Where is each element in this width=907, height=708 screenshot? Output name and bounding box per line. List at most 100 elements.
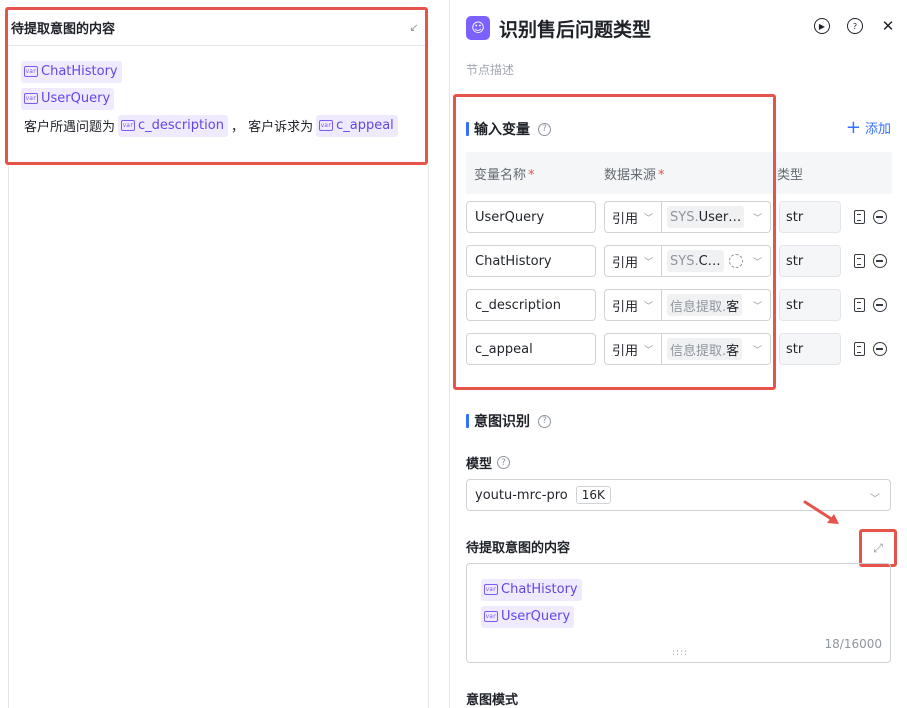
gear-icon[interactable] (729, 254, 743, 268)
reference-type-select[interactable]: 引用 ﹀ (604, 289, 662, 321)
close-icon[interactable]: ✕ (880, 18, 896, 34)
variable-chip-label: c_description (138, 118, 224, 133)
variable-row: ChatHistory 引用 ﹀ SYS. C… ﹀ str (466, 245, 896, 277)
context-length-badge: 16K (575, 486, 611, 504)
help-circle-icon[interactable]: ? (538, 414, 551, 428)
document-icon[interactable] (854, 210, 865, 224)
expand-editor-button[interactable]: ⤢ (859, 529, 897, 567)
variable-chip[interactable]: var UserQuery (21, 87, 115, 110)
chevron-down-icon: ﹀ (644, 213, 654, 224)
variable-name-input[interactable]: c_description (466, 289, 596, 321)
editor-line: 客户所遇问题为 var c_description， 客户诉求为 var c_appea… (21, 112, 425, 139)
variable-icon: var (484, 611, 498, 622)
chevron-down-icon: ﹀ (752, 214, 762, 224)
editor-header: 待提取意图的内容 ↙︎ (8, 10, 425, 46)
variable-chip[interactable]: var c_description (118, 114, 228, 137)
content-label: 待提取意图的内容 (466, 541, 571, 556)
variable-icon: var (484, 584, 498, 595)
help-circle-icon[interactable]: ? (497, 456, 511, 469)
input-vars-title: 输入变量 ? (466, 119, 551, 139)
remove-circle-icon[interactable] (873, 254, 887, 268)
expanded-editor-panel: 待提取意图的内容 ↙︎ var ChatHistory var UserQuery 客户… (0, 0, 440, 708)
chevron-down-icon: ﹀ (752, 258, 762, 268)
editor-title: 待提取意图的内容 (11, 22, 116, 37)
source-tag: 信息提取. 客 (667, 338, 743, 360)
document-icon[interactable] (854, 298, 865, 312)
chevron-down-icon: ﹀ (752, 302, 762, 312)
document-icon[interactable] (854, 254, 865, 268)
editor-body[interactable]: var ChatHistory var UserQuery 客户所遇问题为 var c_de… (8, 46, 425, 139)
variable-chip[interactable]: var ChatHistory (21, 60, 122, 83)
remove-circle-icon[interactable] (873, 298, 887, 312)
plus-icon: + (845, 116, 861, 138)
chevron-down-icon: ﹀ (752, 346, 762, 356)
editor-line: var ChatHistory (21, 58, 425, 85)
collapse-arrows-icon[interactable]: ↙︎ (407, 21, 421, 35)
node-config-panel: ☺ 识别售后问题类型 ▶ ? ✕ 节点描述 输入变量 ? + 添加 变量名称 * … (449, 0, 907, 708)
data-source-select[interactable]: 信息提取. 客 ﹀ (661, 333, 771, 365)
chevron-down-icon: ﹀ (644, 301, 654, 312)
editor-line: var UserQuery (481, 603, 890, 630)
expanded-content-editor[interactable]: 待提取意图的内容 ↙︎ var ChatHistory var UserQuery 客户… (5, 7, 428, 165)
reference-type-select[interactable]: 引用 ﹀ (604, 201, 662, 233)
remove-circle-icon[interactable] (873, 210, 887, 224)
variable-chip[interactable]: var UserQuery (481, 605, 575, 628)
intent-mode-label: 意图模式 (466, 693, 519, 708)
intent-section-title: 意图识别 ? (466, 411, 551, 431)
variable-name-input[interactable]: UserQuery (466, 201, 596, 233)
reference-type-select[interactable]: 引用 ﹀ (604, 333, 662, 365)
divider (428, 165, 429, 708)
variable-chip-label: UserQuery (41, 91, 111, 106)
help-circle-icon[interactable]: ? (538, 122, 551, 136)
source-tag: SYS. C… (667, 250, 724, 272)
model-value: youtu-mrc-pro (475, 487, 568, 503)
editor-line: var UserQuery (21, 85, 425, 112)
char-counter: 18/16000 (824, 637, 883, 651)
node-title[interactable]: 识别售后问题类型 (499, 15, 651, 42)
content-editor[interactable]: var ChatHistory var UserQuery :::: 18/16000 (466, 563, 891, 663)
header-type: 类型 (777, 167, 804, 183)
variable-icon: var (121, 120, 136, 131)
expand-arrows-icon: ⤢ (873, 540, 883, 555)
variable-icon: var (24, 93, 38, 104)
header-var-name: 变量名称 * (474, 167, 535, 183)
reference-type-select[interactable]: 引用 ﹀ (604, 245, 662, 277)
variable-chip[interactable]: var c_appeal (316, 114, 398, 137)
run-icon[interactable]: ▶ (814, 18, 830, 34)
variable-chip-label: UserQuery (501, 609, 571, 624)
annotation-arrow-icon (803, 500, 839, 524)
variable-row: c_appeal 引用 ﹀ 信息提取. 客 ﹀ str (466, 333, 896, 365)
variable-chip-label: ChatHistory (501, 582, 578, 597)
chevron-down-icon: ﹀ (644, 345, 654, 356)
data-source-select[interactable]: SYS. C… ﹀ (661, 245, 771, 277)
robot-icon: ☺ (466, 16, 490, 40)
content-editor-body[interactable]: var ChatHistory var UserQuery (467, 564, 890, 630)
variable-type-field: str (779, 289, 841, 321)
editor-text: 客户所遇问题为 (24, 120, 116, 135)
header-actions: ▶ ? ✕ (814, 18, 896, 34)
model-label: 模型 ? (466, 453, 511, 472)
variable-row: UserQuery 引用 ﹀ SYS. User… ﹀ str (466, 201, 896, 233)
variable-chip-label: c_appeal (336, 118, 394, 133)
chevron-down-icon: ﹀ (870, 494, 880, 505)
variable-row: c_description 引用 ﹀ 信息提取. 客 ﹀ str (466, 289, 896, 321)
node-header: ☺ 识别售后问题类型 ▶ ? ✕ (466, 12, 896, 44)
variable-name-input[interactable]: ChatHistory (466, 245, 596, 277)
variable-type-field: str (779, 245, 841, 277)
add-variable-button[interactable]: + 添加 (846, 118, 891, 137)
variable-icon: var (319, 120, 334, 131)
source-tag: 信息提取. 客 (667, 294, 743, 316)
document-icon[interactable] (854, 342, 865, 356)
header-data-source: 数据来源 * (604, 167, 665, 183)
help-icon[interactable]: ? (847, 18, 863, 34)
data-source-select[interactable]: 信息提取. 客 ﹀ (661, 289, 771, 321)
resize-handle-icon[interactable]: :::: (672, 648, 688, 658)
variable-name-input[interactable]: c_appeal (466, 333, 596, 365)
remove-circle-icon[interactable] (873, 342, 887, 356)
node-description-input[interactable]: 节点描述 (466, 61, 514, 78)
variable-chip[interactable]: var ChatHistory (481, 578, 582, 601)
variable-type-field: str (779, 333, 841, 365)
variables-table-header: 变量名称 * 数据来源 * 类型 (466, 152, 892, 194)
data-source-select[interactable]: SYS. User… ﹀ (661, 201, 771, 233)
variable-chip-label: ChatHistory (41, 64, 118, 79)
